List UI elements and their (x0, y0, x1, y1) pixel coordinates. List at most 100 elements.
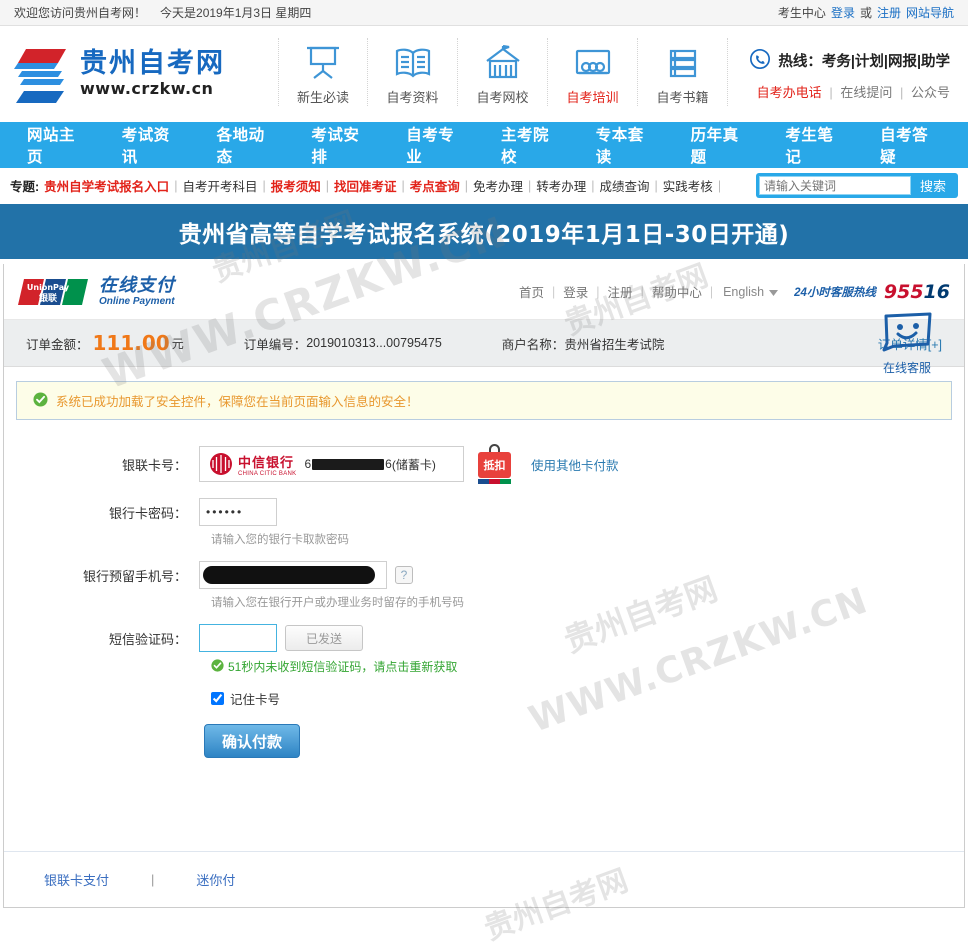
sms-label: 短信验证码： (108, 631, 187, 647)
card-row: 银联卡号： 中信银行 CHINA CITIC BANK 6 6 (储蓄卡) 抵扣… (4, 444, 964, 484)
nav-item-news[interactable]: 考试资讯 (105, 123, 200, 167)
topic-item-sitequery[interactable]: 考点查询 (405, 176, 465, 195)
smiley-chat-icon (878, 312, 936, 357)
header-nav-zikaowangxiao[interactable]: 自考网校 (458, 38, 548, 106)
payhead-link-home[interactable]: 首页 (511, 282, 552, 301)
success-check-icon (33, 391, 48, 410)
discount-badge-label: 抵扣 (478, 452, 511, 478)
logo-mark-icon (14, 49, 66, 103)
tab-minipay[interactable]: 迷你付 (196, 870, 235, 889)
open-book-icon (368, 42, 457, 84)
online-service-label: 在线客服 (882, 361, 931, 375)
password-row: 银行卡密码： (4, 498, 964, 526)
topic-item-transfer[interactable]: 转考办理 (531, 176, 591, 195)
citic-logo-icon (210, 453, 232, 475)
current-date: 今天是2019年1月3日 星期四 (160, 6, 312, 20)
easel-icon (279, 42, 367, 84)
hotline-title: 热线：考务|计划|网报|助学 (778, 53, 950, 70)
citic-bank-logo: 中信银行 CHINA CITIC BANK (208, 451, 296, 477)
online-payment-zh: 在线支付 (99, 274, 175, 296)
main-navigation: 网站主页 考试资讯 各地动态 考试安排 自考专业 主考院校 专本套读 历年真题 … (0, 122, 968, 168)
sms-success-icon (211, 658, 224, 675)
payhead-link-help[interactable]: 帮助中心 (644, 282, 710, 301)
header-nav-label: 自考网校 (476, 90, 529, 105)
hotline-num-blue: 16 (923, 280, 950, 303)
help-question-icon[interactable]: ? (395, 566, 413, 584)
login-link[interactable]: 登录 (831, 4, 855, 21)
order-amount-value: 111.00 (92, 331, 170, 355)
payhead-link-login[interactable]: 登录 (555, 282, 596, 301)
tab-unionpay-card[interactable]: 银联卡支付 (44, 870, 109, 889)
candidate-center-link[interactable]: 考生中心 (778, 4, 826, 21)
header-nav-label: 自考资料 (386, 90, 439, 105)
online-service-widget[interactable]: 在线客服 (878, 310, 936, 376)
hotline-link-ask[interactable]: 在线提问 (840, 85, 892, 100)
site-header: 贵州自考网 www.crzkw.cn 新生必读 自考资料 自考网校 自考培训 自… (0, 26, 968, 122)
nav-item-schedule[interactable]: 考试安排 (294, 123, 389, 167)
selected-card-box[interactable]: 中信银行 CHINA CITIC BANK 6 6 (储蓄卡) (199, 446, 464, 482)
topic-item-subjects[interactable]: 自考开考科目 (177, 176, 262, 195)
search-box: 搜索 (755, 173, 958, 198)
sms-sent-button[interactable]: 已发送 (285, 625, 363, 651)
svg-text:银联: 银联 (39, 292, 58, 304)
topic-item-findticket[interactable]: 找回准考证 (329, 176, 402, 195)
hotline-link-office[interactable]: 自考办电话 (757, 85, 822, 100)
register-link[interactable]: 注册 (877, 4, 901, 21)
hotline-link-wechat[interactable]: 公众号 (911, 85, 950, 100)
sms-code-input[interactable] (199, 624, 277, 652)
header-nav-zikaopeixun[interactable]: 自考培训 (548, 38, 638, 106)
nav-item-home[interactable]: 网站主页 (10, 123, 105, 167)
unionpay-logo: UnionPay 银联 在线支付 Online Payment (18, 274, 175, 307)
phone-label: 银行预留手机号： (82, 568, 187, 584)
phone-icon (749, 48, 771, 73)
header-nav-zikaoshuji[interactable]: 自考书籍 (638, 38, 728, 106)
language-label: English (723, 284, 765, 299)
topic-item-exemption[interactable]: 免考办理 (468, 176, 528, 195)
language-selector[interactable]: English (713, 284, 779, 299)
topic-item-scores[interactable]: 成绩查询 (595, 176, 655, 195)
payment-header: UnionPay 银联 在线支付 Online Payment 首页 | 登录 … (4, 264, 964, 320)
footer-tab-separator: | (151, 872, 155, 887)
logo-title: 贵州自考网 (80, 48, 225, 80)
order-number-value: 2019010313...00795475 (306, 336, 442, 350)
merchant-label: 商户名称： (501, 337, 565, 352)
phone-number-mask (203, 566, 375, 584)
help-question-glyph: ? (400, 568, 408, 582)
payment-page: UnionPay 银联 在线支付 Online Payment 首页 | 登录 … (3, 264, 965, 908)
header-nav-zikaoziliao[interactable]: 自考资料 (368, 38, 458, 106)
security-alert-text: 系统已成功加载了安全控件，保障您在当前页面输入信息的安全！ (56, 395, 419, 409)
nav-item-packages[interactable]: 专本套读 (579, 123, 674, 167)
password-hint: 请输入您的银行卡取款密码 (211, 534, 349, 546)
site-nav-link[interactable]: 网站导航 (906, 4, 954, 21)
topic-item-signup[interactable]: 贵州自学考试报名入口 (39, 176, 174, 195)
topic-label: 专题: (10, 180, 40, 194)
nav-item-pastpapers[interactable]: 历年真题 (674, 123, 769, 167)
header-nav-label: 自考书籍 (656, 90, 709, 105)
payment-form: 银联卡号： 中信银行 CHINA CITIC BANK 6 6 (储蓄卡) 抵扣… (4, 420, 964, 758)
payhead-link-register[interactable]: 注册 (600, 282, 641, 301)
hotline-sep-2: | (899, 84, 904, 100)
nav-item-majors[interactable]: 自考专业 (389, 123, 484, 167)
sms-resend-note[interactable]: 51秒内未收到短信验证码，请点击重新获取 (211, 658, 964, 675)
card-number-prefix: 6 (304, 457, 312, 471)
card-password-input[interactable] (199, 498, 277, 526)
online-payment-en: Online Payment (99, 295, 175, 307)
confirm-payment-button[interactable]: 确认付款 (204, 724, 300, 758)
nav-item-local[interactable]: 各地动态 (200, 123, 295, 167)
search-input[interactable] (758, 176, 911, 195)
hotline-sep-1: | (829, 84, 833, 100)
site-logo[interactable]: 贵州自考网 www.crzkw.cn (14, 45, 264, 103)
remember-card-row[interactable]: 记住卡号 (211, 689, 964, 708)
nav-item-qa[interactable]: 自考答疑 (863, 123, 958, 167)
remember-card-checkbox[interactable] (211, 692, 224, 705)
search-button[interactable]: 搜索 (911, 176, 955, 195)
use-other-card-link[interactable]: 使用其他卡付款 (531, 455, 619, 474)
discount-badge[interactable]: 抵扣 (478, 444, 511, 484)
topic-bar: 专题: 贵州自学考试报名入口 | 自考开考科目 | 报考须知 | 找回准考证 |… (0, 168, 968, 204)
header-nav-xinshengbidu[interactable]: 新生必读 (278, 38, 368, 106)
nav-item-notes[interactable]: 考生笔记 (768, 123, 863, 167)
topic-item-practical[interactable]: 实践考核 (658, 176, 718, 195)
topic-item-notice[interactable]: 报考须知 (266, 176, 326, 195)
service-hotline-number: 95516 (884, 281, 950, 303)
nav-item-colleges[interactable]: 主考院校 (484, 123, 579, 167)
